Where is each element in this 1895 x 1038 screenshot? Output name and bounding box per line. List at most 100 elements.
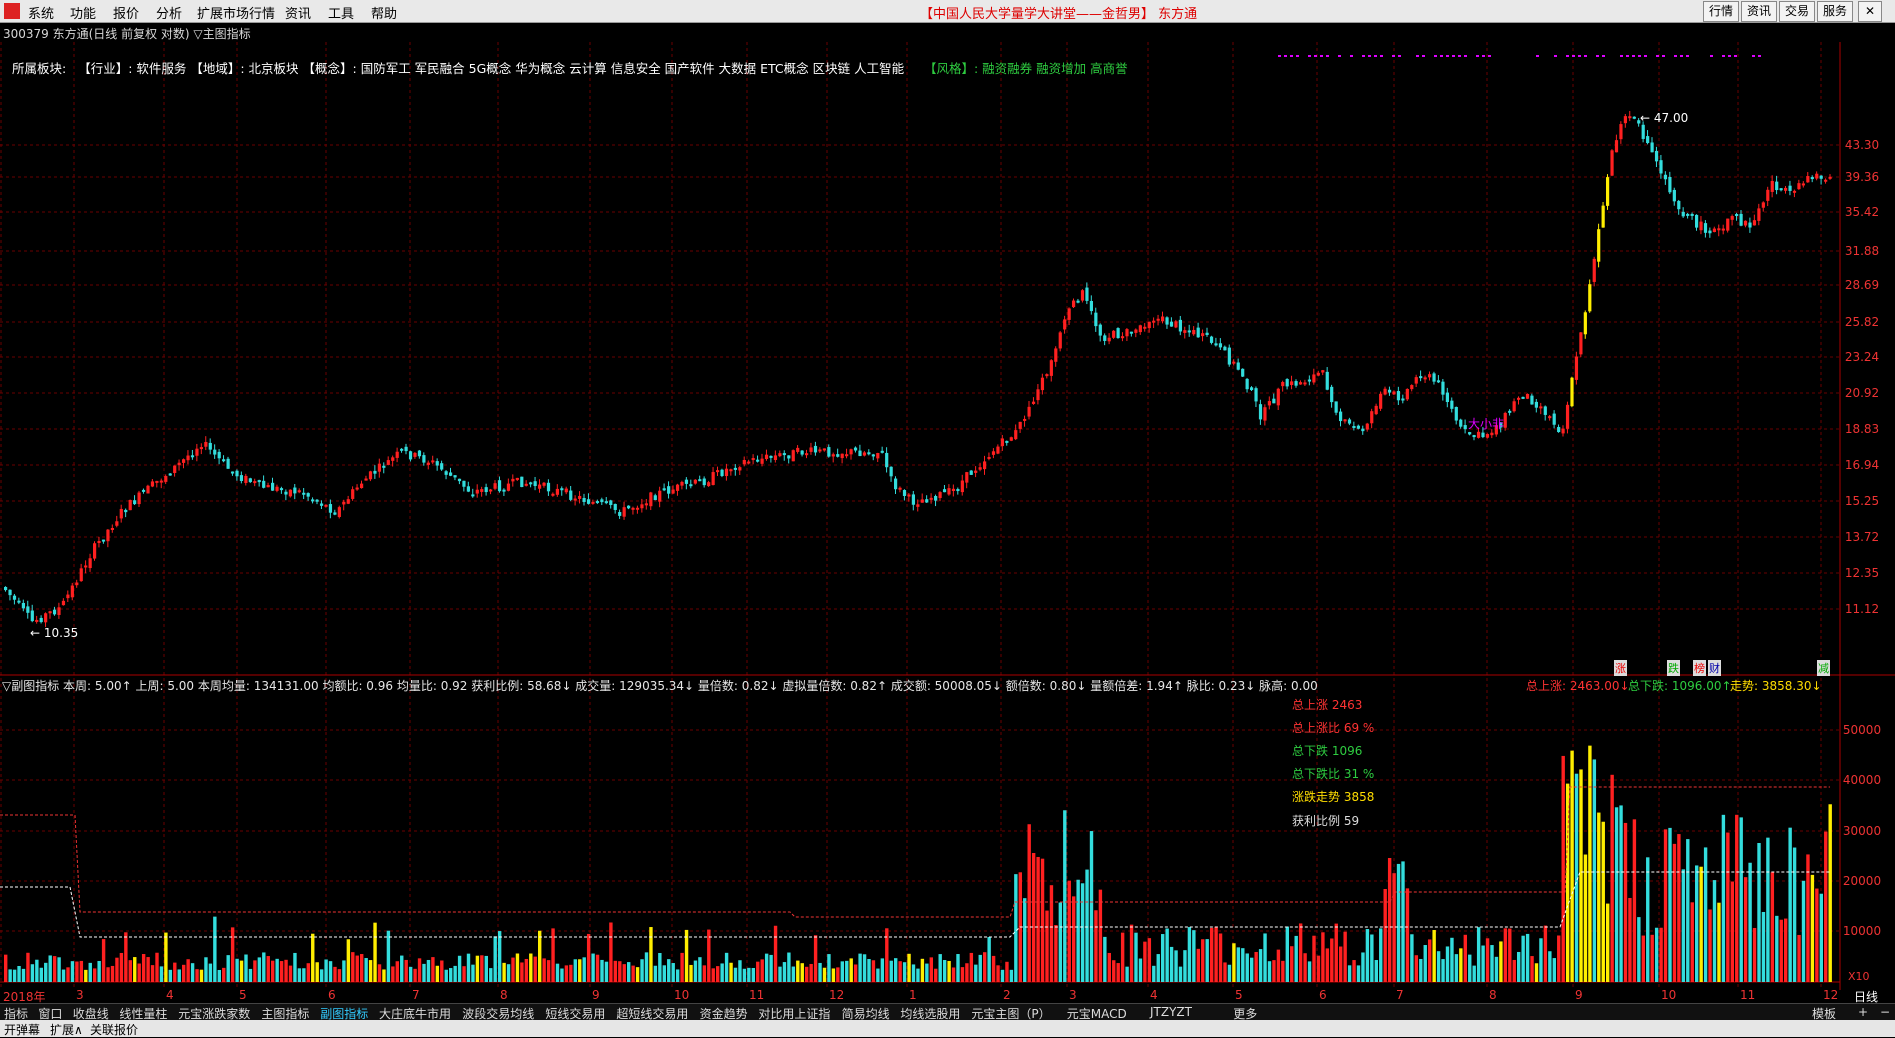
tag-up[interactable]: 涨 bbox=[1614, 660, 1627, 676]
volume-bar bbox=[30, 964, 35, 982]
candle-body bbox=[756, 459, 760, 462]
signal-dot bbox=[1308, 55, 1311, 57]
menu-function[interactable]: 功能 bbox=[70, 3, 96, 22]
service-button[interactable]: 服务 bbox=[1817, 1, 1854, 22]
volume-bar bbox=[39, 967, 43, 982]
menu-help[interactable]: 帮助 bbox=[371, 3, 397, 22]
candle-body bbox=[1178, 319, 1182, 332]
volume-bar bbox=[560, 968, 564, 982]
time-axis-label: 5 bbox=[1235, 988, 1243, 1002]
volume-bar bbox=[497, 931, 502, 982]
candle-body bbox=[1125, 329, 1129, 337]
candle-body bbox=[1445, 392, 1449, 403]
candle-body bbox=[440, 463, 444, 470]
candle-body bbox=[1356, 425, 1360, 429]
menu-quote[interactable]: 报价 bbox=[113, 3, 139, 22]
volume-bar bbox=[346, 939, 351, 982]
volume-bar bbox=[1561, 755, 1565, 982]
volume-bar bbox=[373, 922, 377, 982]
tag-down[interactable]: 跌 bbox=[1667, 660, 1680, 676]
candle-body bbox=[257, 480, 261, 483]
volume-bar bbox=[1672, 843, 1677, 982]
signal-dot bbox=[1440, 55, 1443, 57]
volume-bar bbox=[1646, 857, 1650, 982]
candle-body bbox=[978, 467, 982, 470]
chart-title-bar: 300379 东方通(日线 前复权 对数) ▽主图指标 bbox=[0, 22, 1895, 42]
candle-body bbox=[791, 450, 795, 462]
candle-body bbox=[1775, 181, 1779, 191]
linked-quote-toggle[interactable]: 关联报价 bbox=[90, 1021, 138, 1038]
signal-dot bbox=[1446, 55, 1449, 57]
candle-body bbox=[1161, 316, 1165, 322]
candle-body bbox=[8, 589, 12, 596]
volume-bar bbox=[529, 953, 533, 982]
candle-body bbox=[1623, 116, 1627, 124]
volume-bar bbox=[248, 968, 253, 982]
candle-body bbox=[902, 490, 907, 496]
volume-bar bbox=[796, 960, 800, 982]
time-axis-label: 11 bbox=[1740, 988, 1756, 1002]
volume-bar bbox=[1530, 956, 1534, 982]
tag-finance[interactable]: 财 bbox=[1708, 660, 1721, 676]
price-tick-label: 18.83 bbox=[1845, 422, 1879, 436]
menu-news[interactable]: 资讯 bbox=[285, 3, 311, 22]
volume-bar bbox=[422, 963, 426, 982]
app-logo-icon[interactable] bbox=[4, 3, 20, 19]
volume-bar bbox=[894, 958, 898, 982]
signal-dot bbox=[1314, 55, 1317, 57]
signal-dot bbox=[1758, 55, 1761, 57]
volume-axis: 50000 40000 30000 20000 10000 X10 bbox=[1843, 723, 1881, 983]
chart-title[interactable]: 300379 东方通(日线 前复权 对数) ▽主图指标 bbox=[3, 25, 251, 42]
candle-body bbox=[328, 504, 333, 513]
candle-body bbox=[502, 489, 506, 492]
candle-body bbox=[805, 453, 809, 456]
volume-bar bbox=[1414, 955, 1419, 982]
volume-bar bbox=[453, 965, 457, 982]
candle-body bbox=[346, 499, 350, 504]
signal-dot bbox=[1278, 55, 1281, 57]
volume-bar bbox=[302, 968, 306, 982]
menu-system[interactable]: 系统 bbox=[28, 3, 54, 22]
volume-bar bbox=[164, 932, 168, 982]
price-volume-chart[interactable]: 43.30 39.36 35.42 31.88 28.69 25.82 23.24 20.92… bbox=[0, 42, 1895, 1003]
signal-dot bbox=[1368, 55, 1371, 57]
candle-body bbox=[818, 449, 822, 452]
volume-bar bbox=[720, 963, 724, 982]
candle-body bbox=[1152, 320, 1156, 323]
volume-bar bbox=[880, 958, 885, 982]
volume-bar bbox=[787, 952, 791, 982]
volume-bar bbox=[1285, 926, 1289, 982]
trade-button[interactable]: 交易 bbox=[1779, 1, 1816, 22]
candle-body bbox=[235, 470, 239, 477]
candle-body bbox=[920, 499, 924, 503]
candle-body bbox=[1290, 381, 1294, 386]
volume-bar bbox=[1339, 946, 1343, 982]
volume-bar bbox=[1316, 955, 1321, 982]
add-tab-button[interactable]: + bbox=[1858, 1005, 1868, 1019]
tag-reduce[interactable]: 减 bbox=[1817, 660, 1830, 676]
sub-chart-header[interactable]: ▽副图指标 本周: 5.00↑ 上周: 5.00 本周均量: 134131.00… bbox=[2, 677, 1318, 694]
candle-body bbox=[1730, 216, 1734, 220]
volume-bar bbox=[1436, 951, 1441, 982]
candle-body bbox=[898, 487, 902, 490]
window-close-icon[interactable]: ✕ bbox=[1858, 1, 1882, 22]
chart-annotations: ← 47.00 ← 10.35 大小非 bbox=[30, 55, 1761, 640]
quote-button[interactable]: 行情 bbox=[1703, 1, 1740, 22]
tag-rank[interactable]: 榜 bbox=[1693, 660, 1706, 676]
volume-bar bbox=[1258, 949, 1263, 982]
news-button[interactable]: 资讯 bbox=[1741, 1, 1778, 22]
volume-bar bbox=[1165, 928, 1169, 982]
menu-analysis[interactable]: 分析 bbox=[156, 3, 182, 22]
volume-bar bbox=[1806, 854, 1810, 982]
candle-body bbox=[1797, 183, 1801, 190]
indicator-tab[interactable]: JTZYZT bbox=[1150, 1005, 1192, 1019]
danmaku-toggle[interactable]: 开弹幕 bbox=[4, 1021, 40, 1038]
volume-bar bbox=[173, 962, 177, 982]
candle-body bbox=[333, 512, 337, 515]
candle-body bbox=[1690, 213, 1694, 216]
menu-ext-market[interactable]: 扩展市场行情 bbox=[197, 3, 275, 22]
remove-tab-button[interactable]: − bbox=[1880, 1005, 1890, 1019]
extend-toggle[interactable]: 扩展∧ bbox=[50, 1021, 83, 1038]
menu-tools[interactable]: 工具 bbox=[328, 3, 354, 22]
candle-body bbox=[177, 462, 181, 466]
